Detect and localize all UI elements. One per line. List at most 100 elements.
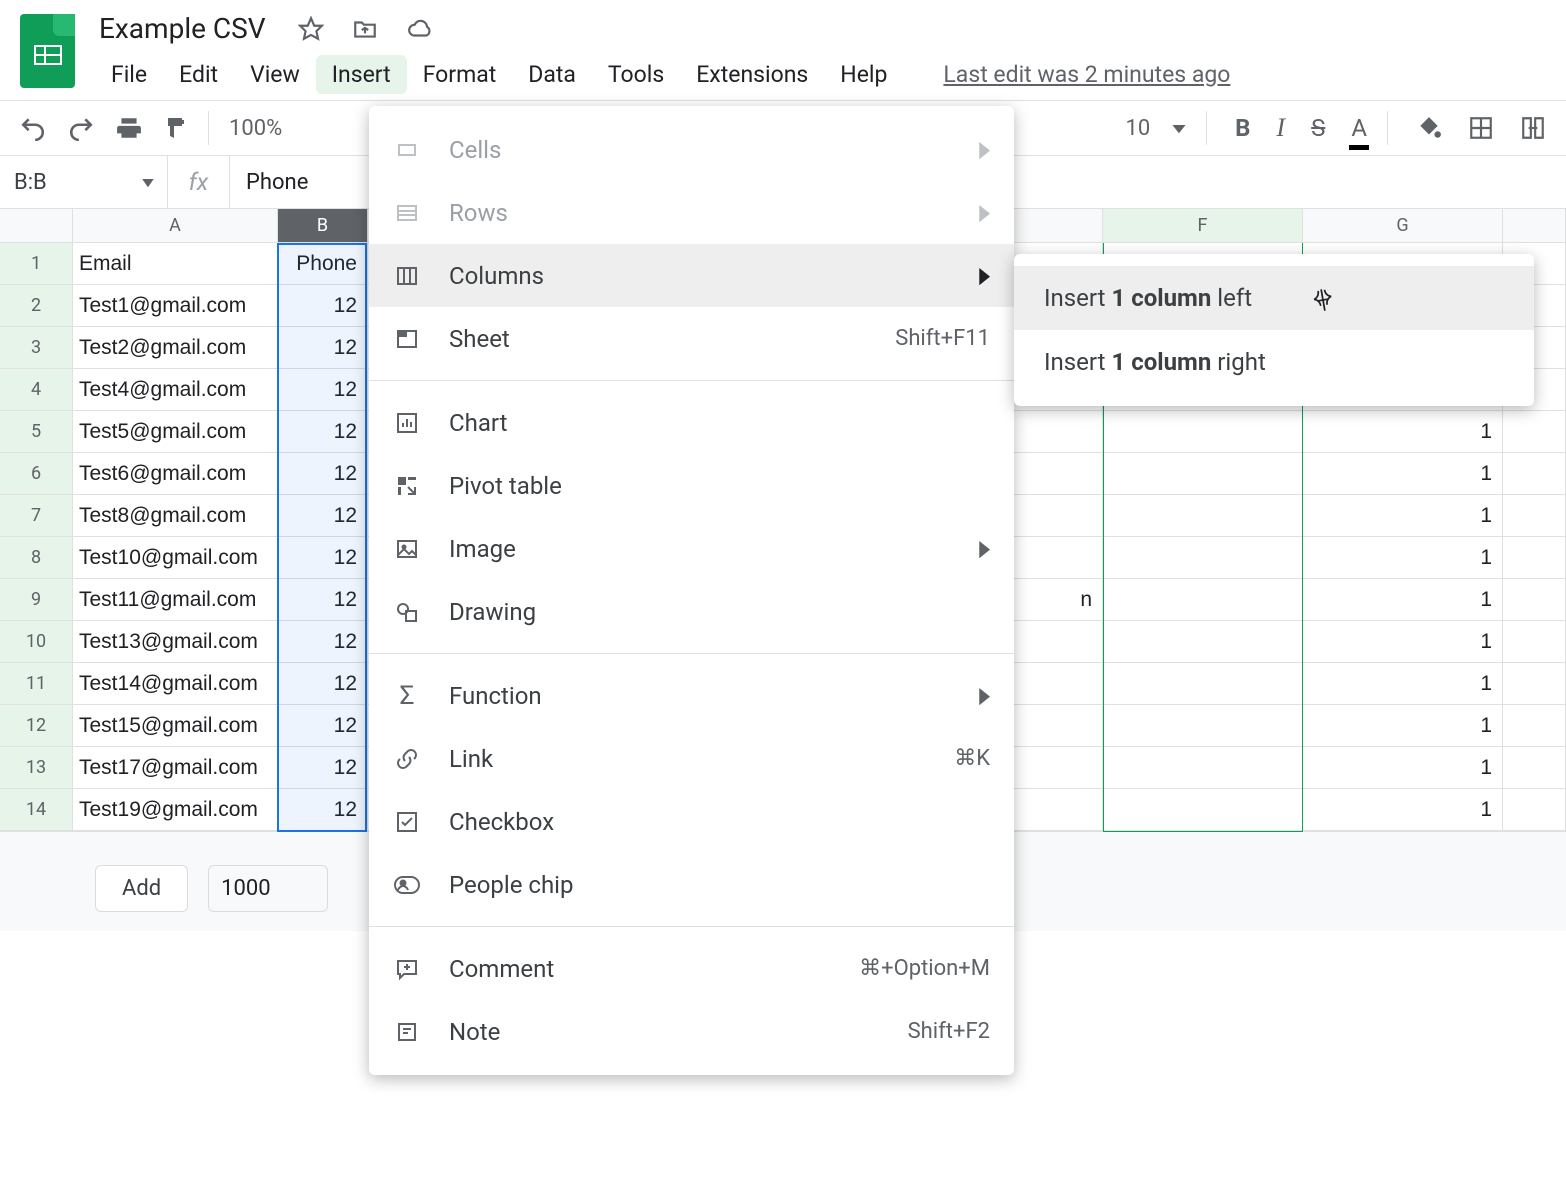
row-header[interactable]: 2 (0, 285, 73, 327)
cell[interactable]: 12 (278, 621, 368, 663)
column-header-rest[interactable] (1503, 209, 1566, 243)
document-title[interactable]: Example CSV (95, 10, 270, 47)
cell[interactable]: Test5@gmail.com (73, 411, 278, 453)
row-header[interactable]: 7 (0, 495, 73, 537)
insert-cells[interactable]: Cells ▶ (369, 118, 1014, 181)
cell[interactable]: 12 (278, 579, 368, 621)
menu-tools[interactable]: Tools (592, 55, 680, 94)
cell[interactable] (1103, 537, 1303, 579)
insert-pivot-table[interactable]: Pivot table (369, 454, 1014, 517)
cell[interactable] (1103, 579, 1303, 621)
cell[interactable] (1503, 411, 1566, 453)
cell[interactable]: 1 (1303, 789, 1503, 831)
add-rows-count[interactable]: 1000 (208, 865, 328, 912)
cell[interactable] (1503, 537, 1566, 579)
insert-note[interactable]: Note Shift+F2 (369, 1000, 1014, 1063)
cell[interactable]: 12 (278, 453, 368, 495)
cell[interactable] (1503, 747, 1566, 789)
cell[interactable]: 12 (278, 369, 368, 411)
cell[interactable] (1103, 411, 1303, 453)
menu-format[interactable]: Format (407, 55, 513, 94)
add-rows-button[interactable]: Add (95, 865, 188, 912)
font-size-value[interactable]: 10 (1120, 116, 1157, 141)
insert-people-chip[interactable]: People chip (369, 853, 1014, 916)
cell[interactable]: 1 (1303, 579, 1503, 621)
cell[interactable]: Phone (278, 243, 368, 285)
row-header[interactable]: 5 (0, 411, 73, 453)
move-icon[interactable] (352, 16, 378, 42)
name-box[interactable]: B:B ▼ (0, 156, 168, 208)
merge-icon[interactable] (1520, 115, 1546, 141)
select-all-corner[interactable] (0, 209, 73, 243)
insert-function[interactable]: Σ Function ▶ (369, 664, 1014, 727)
zoom-select[interactable]: 100% (229, 116, 282, 141)
cell[interactable] (1103, 621, 1303, 663)
cell[interactable] (1103, 663, 1303, 705)
column-header-f[interactable]: F (1103, 209, 1303, 243)
cell[interactable]: 1 (1303, 705, 1503, 747)
strikethrough-button[interactable]: S (1311, 114, 1325, 142)
cell[interactable]: 1 (1303, 663, 1503, 705)
cell[interactable]: 12 (278, 411, 368, 453)
cell[interactable]: 1 (1303, 411, 1503, 453)
insert-image[interactable]: Image ▶ (369, 517, 1014, 580)
column-header-b[interactable]: B (278, 209, 368, 243)
row-header[interactable]: 4 (0, 369, 73, 411)
cell[interactable] (1103, 453, 1303, 495)
cell[interactable]: 12 (278, 495, 368, 537)
last-edit-link[interactable]: Last edit was 2 minutes ago (943, 61, 1230, 88)
cell[interactable]: 12 (278, 285, 368, 327)
cell[interactable]: Test14@gmail.com (73, 663, 278, 705)
menu-extensions[interactable]: Extensions (680, 55, 824, 94)
row-header[interactable]: 11 (0, 663, 73, 705)
row-header[interactable]: 10 (0, 621, 73, 663)
cell[interactable] (1503, 663, 1566, 705)
row-header[interactable]: 9 (0, 579, 73, 621)
cell[interactable]: 12 (278, 789, 368, 831)
cell[interactable] (1503, 705, 1566, 747)
cell[interactable]: Test1@gmail.com (73, 285, 278, 327)
cell[interactable]: 12 (278, 537, 368, 579)
row-header[interactable]: 6 (0, 453, 73, 495)
menu-help[interactable]: Help (824, 55, 903, 94)
menu-view[interactable]: View (234, 55, 316, 94)
cell[interactable]: 1 (1303, 495, 1503, 537)
cell[interactable] (1503, 495, 1566, 537)
cell[interactable]: Test4@gmail.com (73, 369, 278, 411)
row-header[interactable]: 8 (0, 537, 73, 579)
cell[interactable] (1103, 495, 1303, 537)
insert-drawing[interactable]: Drawing (369, 580, 1014, 643)
cloud-icon[interactable] (406, 16, 434, 42)
cell[interactable] (1103, 705, 1303, 747)
insert-sheet[interactable]: Sheet Shift+F11 (369, 307, 1014, 370)
row-header[interactable]: 14 (0, 789, 73, 831)
cell[interactable]: Test15@gmail.com (73, 705, 278, 747)
cell[interactable]: Test10@gmail.com (73, 537, 278, 579)
insert-column-left[interactable]: Insert 1 column left (1014, 266, 1534, 330)
cell[interactable]: Test2@gmail.com (73, 327, 278, 369)
cell[interactable]: Email (73, 243, 278, 285)
cell[interactable]: 1 (1303, 453, 1503, 495)
column-header-a[interactable]: A (73, 209, 278, 243)
cell[interactable]: Test13@gmail.com (73, 621, 278, 663)
row-header[interactable]: 3 (0, 327, 73, 369)
cell[interactable] (1103, 789, 1303, 831)
undo-icon[interactable] (20, 115, 46, 141)
font-size-dropdown-icon[interactable]: ▼ (1168, 120, 1190, 137)
cell[interactable] (1503, 621, 1566, 663)
column-header-g[interactable]: G (1303, 209, 1503, 243)
row-header[interactable]: 1 (0, 243, 73, 285)
menu-edit[interactable]: Edit (163, 55, 234, 94)
cell[interactable] (1503, 453, 1566, 495)
insert-chart[interactable]: Chart (369, 391, 1014, 454)
cell[interactable]: Test6@gmail.com (73, 453, 278, 495)
borders-icon[interactable] (1468, 115, 1494, 141)
cell[interactable]: 12 (278, 327, 368, 369)
cell[interactable] (1503, 789, 1566, 831)
cell[interactable] (1503, 579, 1566, 621)
text-color-button[interactable]: A (1351, 114, 1367, 142)
cell[interactable]: 12 (278, 747, 368, 789)
paint-format-icon[interactable] (164, 115, 188, 141)
row-header[interactable]: 13 (0, 747, 73, 789)
italic-button[interactable]: I (1276, 113, 1285, 143)
